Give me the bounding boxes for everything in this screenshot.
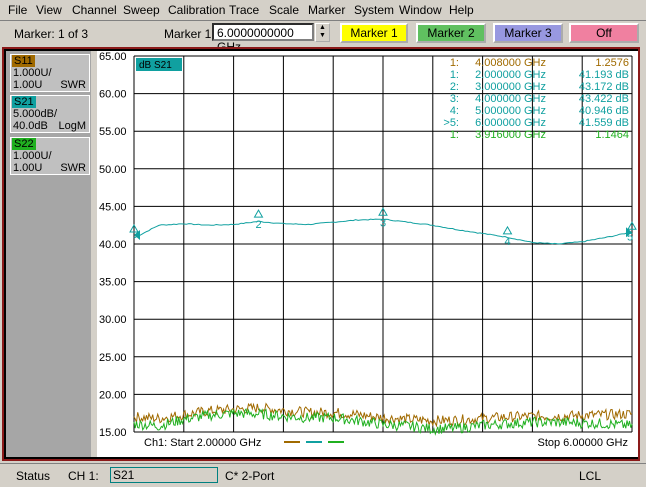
- menu-view[interactable]: View: [36, 3, 62, 17]
- marker-1-button[interactable]: Marker 1: [340, 23, 408, 43]
- active-trace-label: dB S21: [139, 60, 172, 71]
- menu-help[interactable]: Help: [449, 3, 474, 17]
- marker-select-label: Marker 1: [164, 27, 212, 41]
- sweep-stop-label: Stop 6.00000 GHz: [537, 437, 628, 449]
- spin-down-icon[interactable]: ▼: [316, 32, 329, 40]
- marker-table-id: >5:: [443, 117, 459, 129]
- menu-marker[interactable]: Marker: [308, 3, 345, 17]
- marker-table-value: 1.2576: [595, 57, 629, 69]
- marker-table-frequency: 3.000000 GHz: [475, 81, 546, 93]
- menu-sweep[interactable]: Sweep: [123, 3, 160, 17]
- marker-table-value: 41.193 dB: [579, 69, 629, 81]
- y-tick-label: 15.00: [99, 427, 127, 439]
- marker-2-label: 2: [256, 219, 262, 231]
- trace-s21-box[interactable]: S21 5.000dB/ 40.0dB LogM: [10, 95, 90, 133]
- marker-toolbar: Marker: 1 of 3 Marker 1 6.0000000000 GHz…: [0, 21, 646, 54]
- marker-off-button[interactable]: Off: [569, 23, 639, 43]
- trace-s11-scale: 1.000U/: [13, 67, 52, 79]
- y-tick-label: 65.00: [99, 51, 127, 63]
- marker-table-value: 43.172 dB: [579, 81, 629, 93]
- status-bar: Status CH 1: S21 C* 2-Port LCL: [0, 463, 646, 487]
- y-tick-label: 45.00: [99, 201, 127, 213]
- trace-s11-ref: 1.00U: [13, 79, 43, 91]
- trace-s21-ref: 40.0dB: [13, 120, 48, 132]
- marker-table-id: 2:: [450, 81, 459, 93]
- y-tick-label: 60.00: [99, 89, 127, 101]
- marker-2-button[interactable]: Marker 2: [416, 23, 486, 43]
- y-tick-label: 35.00: [99, 277, 127, 289]
- frequency-spinner[interactable]: ▲ ▼: [315, 23, 330, 42]
- y-tick-label: 30.00: [99, 314, 127, 326]
- marker-frequency-input[interactable]: 6.0000000000 GHz: [212, 23, 314, 54]
- marker-table-id: 4:: [450, 105, 459, 117]
- marker-table-frequency: 2.000000 GHz: [475, 69, 546, 81]
- status-trace: S21: [110, 467, 218, 483]
- trace-s21-format: LogM: [58, 120, 86, 132]
- trace-s21-scale: 5.000dB/: [13, 108, 58, 120]
- marker-table-frequency: 6.000000 GHz: [475, 117, 546, 129]
- marker-3-button[interactable]: Marker 3: [493, 23, 563, 43]
- trace-s22-format: SWR: [60, 162, 86, 174]
- marker-3-label: 3: [380, 217, 386, 229]
- spin-up-icon[interactable]: ▲: [316, 24, 329, 32]
- marker-table-value: 40.946 dB: [579, 105, 629, 117]
- plot-area[interactable]: 65.00 60.00 55.00 50.00 45.00 40.00 35.00 30.00…: [97, 51, 638, 457]
- marker-4-triangle[interactable]: [502, 225, 513, 235]
- marker-count-label: Marker: 1 of 3: [14, 27, 89, 41]
- marker-table-frequency: 4.008000 GHz: [475, 57, 546, 69]
- marker-table-frequency: 4.000000 GHz: [475, 93, 546, 105]
- menu-system[interactable]: System: [354, 3, 394, 17]
- y-tick-label: 25.00: [99, 352, 127, 364]
- y-tick-label: 55.00: [99, 126, 127, 138]
- marker-table-frequency: 5.000000 GHz: [475, 105, 546, 117]
- trace-s22-box[interactable]: S22 1.000U/ 1.00U SWR: [10, 137, 90, 175]
- marker-table-value: 1.1464: [595, 129, 629, 141]
- marker-5-label: 5: [627, 231, 633, 243]
- marker-table-id: 3:: [450, 93, 459, 105]
- y-tick-label: 50.00: [99, 164, 127, 176]
- menu-channel[interactable]: Channel: [72, 3, 117, 17]
- menu-trace[interactable]: Trace: [229, 3, 259, 17]
- status-calibration: C* 2-Port: [225, 469, 275, 483]
- sweep-start-label: Ch1: Start 2.00000 GHz: [144, 437, 261, 449]
- y-tick-label: 20.00: [99, 389, 127, 401]
- status-mode: LCL: [579, 469, 602, 483]
- marker-2-triangle[interactable]: [253, 209, 264, 218]
- menu-bar: File View Channel Sweep Calibration Trac…: [0, 0, 646, 21]
- trace-panel: S11 1.000U/ 1.00U SWR S21 5.000dB/ 40.0d…: [6, 51, 91, 457]
- menu-scale[interactable]: Scale: [269, 3, 299, 17]
- trace-s22-ref: 1.00U: [13, 162, 43, 174]
- menu-window[interactable]: Window: [399, 3, 442, 17]
- trace-s11-format: SWR: [60, 79, 86, 91]
- marker-4-label: 4: [505, 236, 511, 248]
- trace-s22-name: S22: [12, 138, 36, 150]
- menu-file[interactable]: File: [8, 3, 27, 17]
- status-channel: CH 1:: [68, 469, 99, 483]
- trace-s11-name: S11: [12, 55, 35, 67]
- s-parameter-plot[interactable]: 65.00 60.00 55.00 50.00 45.00 40.00 35.00 30.00…: [97, 51, 638, 457]
- marker-table-id: 1:: [450, 69, 459, 81]
- trace-s22-scale: 1.000U/: [13, 150, 52, 162]
- marker-table-value: 41.559 dB: [579, 117, 629, 129]
- marker-table-id: 1:: [450, 57, 459, 69]
- y-tick-label: 40.00: [99, 239, 127, 251]
- trace-s21-name: S21: [12, 96, 36, 108]
- marker-table-id: 1:: [450, 129, 459, 141]
- marker-table-value: 43.422 dB: [579, 93, 629, 105]
- menu-calibration[interactable]: Calibration: [168, 3, 225, 17]
- status-label: Status: [16, 469, 51, 483]
- trace-s11-box[interactable]: S11 1.000U/ 1.00U SWR: [10, 54, 90, 92]
- marker-table-frequency: 3.916000 GHz: [475, 129, 546, 141]
